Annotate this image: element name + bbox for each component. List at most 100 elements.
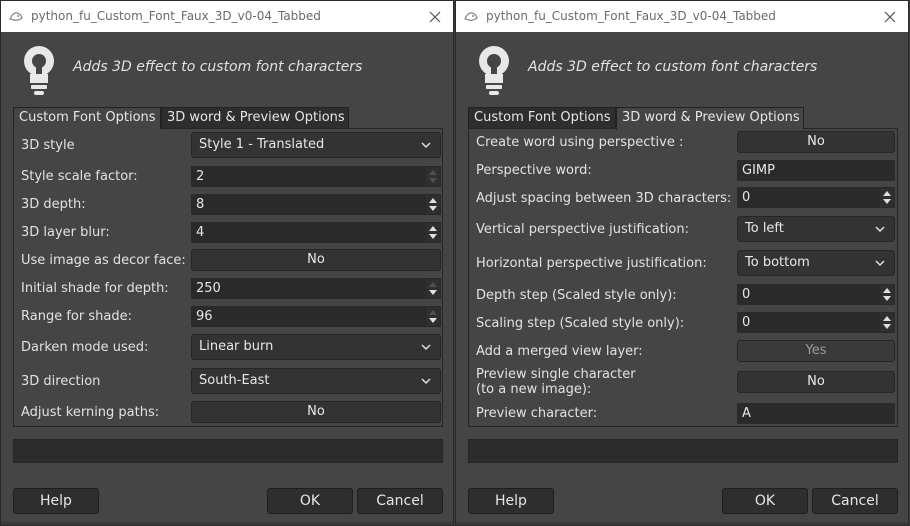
progress-bar [13,439,443,463]
3d-style-combo[interactable]: Style 1 - Translated [191,132,441,158]
decor-face-toggle[interactable]: No [191,249,441,271]
window-bottom-edge [1,522,453,525]
kerning-paths-label: Adjust kerning paths: [21,405,160,420]
spin-up-icon[interactable] [429,310,437,315]
depth-step-spinner[interactable]: 0 [737,284,895,305]
darken-mode-combo[interactable]: Linear burn [191,334,441,360]
chevron-down-icon [875,226,885,233]
horizontal-justification-value: To bottom [745,255,810,270]
merged-view-toggle[interactable]: Yes [737,340,895,362]
tab-custom-font-options[interactable]: Custom Font Options [13,107,161,130]
spin-down-icon[interactable] [429,290,437,295]
vertical-justification-combo[interactable]: To left [737,216,895,242]
tab-custom-font-options[interactable]: Custom Font Options [468,107,616,129]
plugin-description: Adds 3D effect to custom font characters [528,59,818,75]
gimp-logo-icon [464,12,478,21]
lightbulb-icon [479,46,509,95]
preview-character-input[interactable]: A [737,403,895,424]
style-scale-factor-spinner[interactable]: 2 [191,166,441,187]
perspective-word-label: Perspective word: [476,163,592,178]
spin-down-icon[interactable] [883,324,891,329]
chevron-down-icon [421,344,431,351]
spin-down-icon[interactable] [429,206,437,211]
title-bar[interactable]: python_fu_Custom_Font_Faux_3D_v0-04_Tabb… [456,1,908,32]
range-shade-label: Range for shade: [21,309,132,324]
plugin-dialog-right: python_fu_Custom_Font_Faux_3D_v0-04_Tabb… [455,0,909,526]
create-word-label: Create word using perspective : [476,135,684,150]
preview-character-label: Preview character: [476,406,598,421]
style-scale-factor-value: 2 [196,169,205,184]
3d-depth-label: 3D depth: [21,197,86,212]
spin-down-icon[interactable] [429,318,437,323]
preview-single-char-sublabel: (to a new image): [476,382,592,397]
style-scale-factor-label: Style scale factor: [21,169,138,184]
horizontal-justification-label: Horizontal perspective justification: [476,256,707,271]
spin-up-icon[interactable] [883,288,891,293]
3d-style-value: Style 1 - Translated [199,137,325,152]
spin-up-icon[interactable] [429,170,437,175]
ok-button[interactable]: OK [722,488,808,514]
spin-down-icon[interactable] [429,234,437,239]
close-button[interactable] [872,1,908,32]
scaling-step-value: 0 [742,315,751,330]
window-title: python_fu_Custom_Font_Faux_3D_v0-04_Tabb… [31,9,321,23]
scaling-step-label: Scaling step (Scaled style only): [476,316,685,331]
vertical-justification-label: Vertical perspective justification: [476,222,690,237]
help-button[interactable]: Help [13,488,99,514]
3d-depth-value: 8 [196,197,205,212]
3d-layer-blur-spinner[interactable]: 4 [191,222,441,243]
cancel-button[interactable]: Cancel [357,488,443,514]
create-word-toggle[interactable]: No [737,131,895,153]
help-button[interactable]: Help [468,488,554,514]
3d-style-label: 3D style [21,138,75,153]
spin-up-icon[interactable] [429,282,437,287]
plugin-description: Adds 3D effect to custom font characters [73,59,363,75]
spin-down-icon[interactable] [429,178,437,183]
window-bottom-edge [456,522,908,525]
close-button[interactable] [417,1,453,32]
range-shade-spinner[interactable]: 96 [191,306,441,327]
tab-3d-word-preview-options[interactable]: 3D word & Preview Options [616,107,804,130]
close-icon [884,11,896,22]
kerning-paths-toggle[interactable]: No [191,401,441,423]
3d-layer-blur-label: 3D layer blur: [21,225,110,240]
title-bar[interactable]: python_fu_Custom_Font_Faux_3D_v0-04_Tabb… [1,1,453,32]
darken-mode-value: Linear burn [199,339,274,354]
cancel-button[interactable]: Cancel [812,488,898,514]
window-title: python_fu_Custom_Font_Faux_3D_v0-04_Tabb… [486,9,776,23]
horizontal-justification-combo[interactable]: To bottom [737,250,895,276]
close-icon [429,11,441,22]
perspective-word-input[interactable]: GIMP [737,160,895,181]
chevron-down-icon [421,142,431,149]
range-shade-value: 96 [196,309,213,324]
decor-face-label: Use image as decor face: [21,253,186,268]
spin-up-icon[interactable] [883,191,891,196]
chevron-down-icon [421,378,431,385]
adjust-spacing-spinner[interactable]: 0 [737,187,895,208]
spin-up-icon[interactable] [429,198,437,203]
adjust-spacing-label: Adjust spacing between 3D characters: [476,191,732,206]
initial-shade-spinner[interactable]: 250 [191,278,441,299]
3d-layer-blur-value: 4 [196,225,205,240]
options-panel: 3D style Style 1 - Translated Style scal… [13,128,443,427]
scaling-step-spinner[interactable]: 0 [737,312,895,333]
chevron-down-icon [875,260,885,267]
initial-shade-value: 250 [196,281,221,296]
tab-3d-word-preview-options[interactable]: 3D word & Preview Options [161,107,349,129]
vertical-justification-value: To left [745,221,784,236]
plugin-dialog-left: python_fu_Custom_Font_Faux_3D_v0-04_Tabb… [0,0,454,526]
spin-down-icon[interactable] [883,296,891,301]
3d-depth-spinner[interactable]: 8 [191,194,441,215]
initial-shade-label: Initial shade for depth: [21,281,169,296]
spin-up-icon[interactable] [429,226,437,231]
adjust-spacing-value: 0 [742,190,751,205]
spin-up-icon[interactable] [883,316,891,321]
ok-button[interactable]: OK [267,488,353,514]
lightbulb-icon [24,46,54,95]
merged-view-label: Add a merged view layer: [476,344,643,359]
darken-mode-label: Darken mode used: [21,340,149,355]
spin-down-icon[interactable] [883,199,891,204]
preview-single-char-toggle[interactable]: No [737,371,895,393]
depth-step-label: Depth step (Scaled style only): [476,288,677,303]
3d-direction-combo[interactable]: South-East [191,368,441,394]
